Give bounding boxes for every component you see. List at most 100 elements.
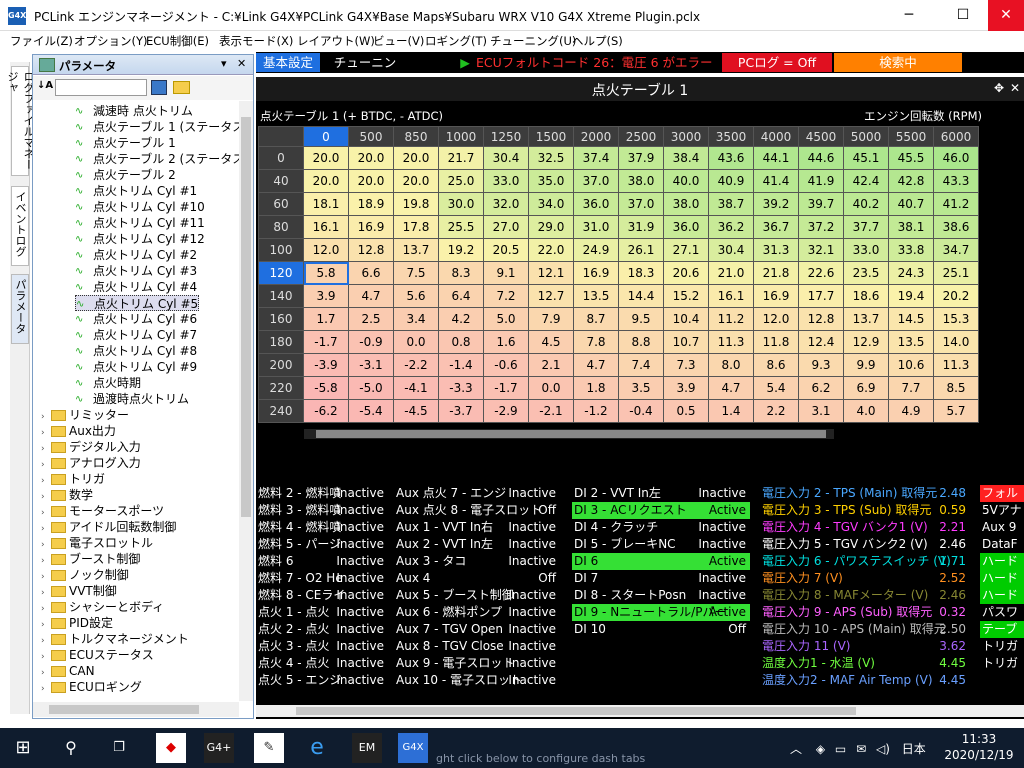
table-cell[interactable]: 7.3 [663, 353, 709, 377]
table-cell[interactable]: 5.7 [933, 399, 979, 423]
table-cell[interactable]: 20.0 [348, 146, 394, 170]
tree-folder-item[interactable]: › ブースト制御 [41, 551, 140, 567]
table-cell[interactable]: 4.7 [573, 353, 619, 377]
table-cell[interactable]: 33.0 [843, 238, 889, 262]
tree-folder-item[interactable]: › トルクマネージメント [41, 631, 189, 647]
table-cell[interactable]: 0.5 [663, 399, 709, 423]
tree-folder-item[interactable]: › ECUロギング [41, 679, 142, 695]
table-cell[interactable]: 3.5 [618, 376, 664, 400]
table-cell[interactable]: -3.1 [348, 353, 394, 377]
table-cell[interactable]: 8.8 [618, 330, 664, 354]
table-cell[interactable]: 6.4 [438, 284, 484, 308]
tree-leaf-item[interactable]: ∿ 過渡時点火トリム [75, 391, 189, 407]
table-cell[interactable]: -0.4 [618, 399, 664, 423]
table-cell[interactable]: 12.8 [798, 307, 844, 331]
tree-folder-item[interactable]: › PID設定 [41, 615, 113, 631]
table-cell[interactable]: 37.9 [618, 146, 664, 170]
load-axis-header[interactable]: 40 [258, 169, 304, 193]
table-cell[interactable]: 1.4 [708, 399, 754, 423]
table-cell[interactable]: 2.5 [348, 307, 394, 331]
table-cell[interactable]: 46.0 [933, 146, 979, 170]
tree-leaf-item[interactable]: ∿ 点火トリム Cyl #10 [75, 199, 205, 215]
close-button[interactable]: ✕ [988, 0, 1024, 31]
app-red-cube-icon[interactable]: ◆ [156, 733, 186, 763]
table-cell[interactable]: 15.2 [663, 284, 709, 308]
tree-leaf-item[interactable]: ∿ 点火テーブル 1 (ステータス) [75, 119, 239, 135]
table-cell[interactable]: 32.1 [798, 238, 844, 262]
table-cell[interactable]: 38.4 [663, 146, 709, 170]
tree-leaf-item[interactable]: ∿ 点火トリム Cyl #4 [75, 279, 197, 295]
table-cell[interactable]: 1.6 [483, 330, 529, 354]
tree-leaf-item[interactable]: ∿ 点火トリム Cyl #8 [75, 343, 197, 359]
sort-az-icon[interactable]: ↓A [37, 80, 53, 91]
load-axis-header[interactable]: 0 [258, 146, 304, 170]
table-cell[interactable]: -3.7 [438, 399, 484, 423]
table-cell[interactable]: 13.5 [888, 330, 934, 354]
tree-folder-item[interactable]: › CAN [41, 663, 95, 679]
table-cell[interactable]: 36.0 [573, 192, 619, 216]
tree-leaf-item[interactable]: ∿ 点火トリム Cyl #1 [75, 183, 197, 199]
dropbox-icon[interactable]: ◈ [816, 742, 825, 756]
table-cell[interactable]: 15.3 [933, 307, 979, 331]
table-cell[interactable]: 0.8 [438, 330, 484, 354]
tree-leaf-item[interactable]: ∿ 点火トリム Cyl #7 [75, 327, 197, 343]
table-cell[interactable]: 8.0 [708, 353, 754, 377]
volume-icon[interactable]: ◁) [876, 742, 890, 756]
table-cell[interactable]: 7.2 [483, 284, 529, 308]
tree-horizontal-scrollbar[interactable] [33, 702, 239, 717]
table-cell[interactable]: -4.5 [393, 399, 439, 423]
table-cell[interactable]: 7.8 [573, 330, 619, 354]
table-cell[interactable]: 43.3 [933, 169, 979, 193]
tree-leaf-item[interactable]: ∿ 点火トリム Cyl #5 [75, 295, 200, 311]
table-cell[interactable]: 3.1 [798, 399, 844, 423]
table-cell[interactable]: 31.0 [573, 215, 619, 239]
table-cell[interactable]: 7.4 [618, 353, 664, 377]
table-cell[interactable]: 25.5 [438, 215, 484, 239]
table-cell[interactable]: 12.4 [798, 330, 844, 354]
table-cell[interactable]: 23.5 [843, 261, 889, 285]
table-cell[interactable]: 27.1 [663, 238, 709, 262]
table-cell[interactable]: 37.2 [798, 215, 844, 239]
move-icon[interactable]: ✥ [994, 81, 1004, 95]
table-cell[interactable]: -2.1 [528, 399, 574, 423]
table-cell[interactable]: 40.2 [843, 192, 889, 216]
table-cell[interactable]: 6.6 [348, 261, 394, 285]
table-cell[interactable]: 34.7 [933, 238, 979, 262]
table-cell[interactable]: 3.9 [663, 376, 709, 400]
rpm-axis-header[interactable]: 850 [393, 126, 439, 147]
table-cell[interactable]: 5.6 [393, 284, 439, 308]
load-axis-header[interactable]: 200 [258, 353, 304, 377]
table-cell[interactable]: 20.0 [393, 146, 439, 170]
menu-options[interactable]: オプション(Y) [74, 33, 148, 49]
tab-event-log[interactable]: イベントログ [11, 186, 29, 266]
table-cell[interactable]: 18.3 [618, 261, 664, 285]
menu-help[interactable]: ヘルプ(S) [572, 33, 623, 49]
load-axis-header[interactable]: 240 [258, 399, 304, 423]
table-cell[interactable]: 42.4 [843, 169, 889, 193]
tree-folder-item[interactable]: › モータースポーツ [41, 503, 164, 519]
table-cell[interactable]: 24.9 [573, 238, 619, 262]
table-cell[interactable]: -2.9 [483, 399, 529, 423]
table-cell[interactable]: 24.3 [888, 261, 934, 285]
table-cell[interactable]: 0.0 [528, 376, 574, 400]
table-horizontal-scrollbar[interactable] [304, 429, 834, 439]
dash-horizontal-scrollbar[interactable] [256, 705, 1024, 717]
table-cell[interactable]: 6.2 [798, 376, 844, 400]
tree-folder-item[interactable]: › Aux出力 [41, 423, 116, 439]
tree-folder-item[interactable]: › アナログ入力 [41, 455, 141, 471]
menu-display-mode[interactable]: 表示モード(X) [219, 33, 293, 49]
table-cell[interactable]: 3.9 [303, 284, 349, 308]
tree-folder-item[interactable]: › リミッター [41, 407, 129, 423]
table-cell[interactable]: 11.8 [753, 330, 799, 354]
tree-folder-item[interactable]: › 電子スロットル [41, 535, 153, 551]
load-axis-header[interactable]: 140 [258, 284, 304, 308]
table-cell[interactable]: 20.6 [663, 261, 709, 285]
table-cell[interactable]: 9.9 [843, 353, 889, 377]
table-cell[interactable]: 7.9 [528, 307, 574, 331]
expand-chevron-icon[interactable]: › [41, 681, 51, 697]
pc-log-indicator[interactable]: PCログ = Off [722, 53, 832, 72]
tray-chevron-icon[interactable]: ︿ [790, 742, 802, 756]
table-cell[interactable]: 32.5 [528, 146, 574, 170]
table-cell[interactable]: 5.0 [483, 307, 529, 331]
table-cell[interactable]: -0.9 [348, 330, 394, 354]
